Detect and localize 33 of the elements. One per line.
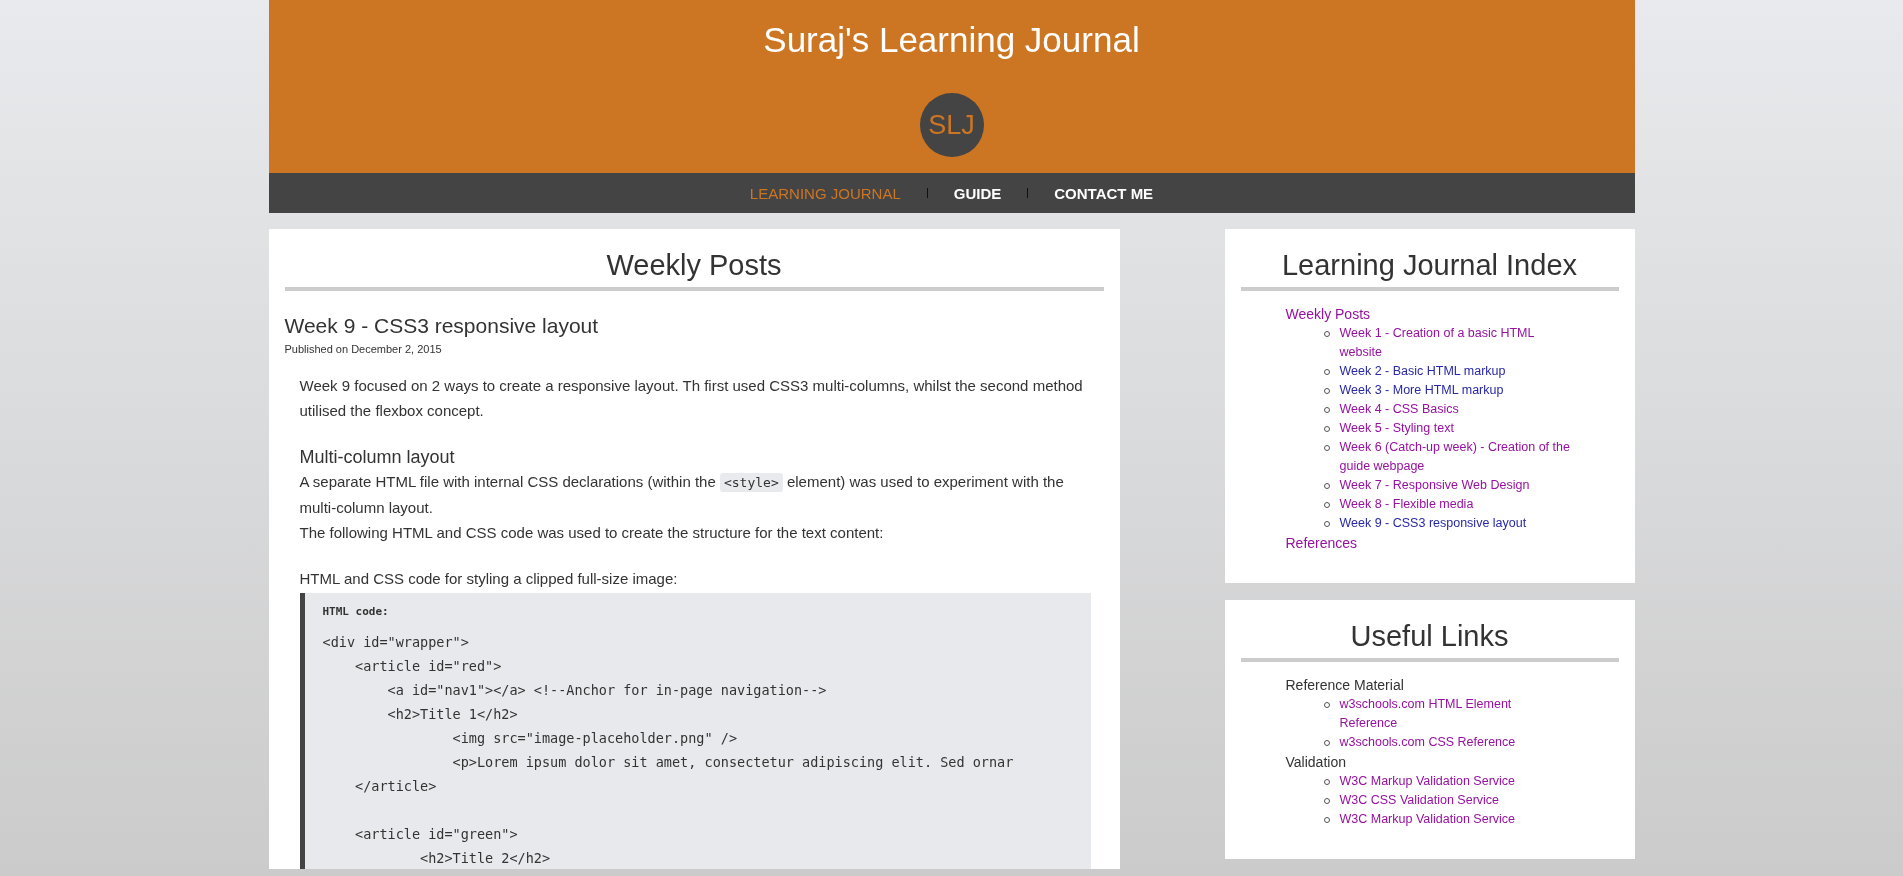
paragraph: A separate HTML file with internal CSS declarations (within the <style> element) was used to experiment with the multi-column layout.: [299, 472, 1065, 518]
index-link[interactable]: Week 1 - Creation of a basic HTML website: [1339, 324, 1572, 362]
index-link[interactable]: w3schools.com CSS Reference: [1339, 733, 1516, 752]
group-label: Validation: [1285, 753, 1347, 772]
index-link[interactable]: Week 5 - Styling text: [1339, 419, 1454, 438]
nav-link[interactable]: GUIDE: [951, 184, 1004, 202]
code-caption: HTML and CSS code for styling a clipped full-size image:: [299, 569, 679, 589]
index-link[interactable]: W3C Markup Validation Service: [1339, 772, 1516, 791]
index-link[interactable]: Week 9 - CSS3 responsive layout: [1339, 514, 1527, 533]
paragraph: Week 9 focused on 2 ways to create a responsive layout. Th first used CSS3 multi-columns, whilst the second method utilised the flexbox concept.: [299, 376, 1084, 421]
group-label: Reference Material: [1285, 676, 1405, 695]
index-link[interactable]: Week 2 - Basic HTML markup: [1339, 362, 1506, 381]
section-heading: Weekly Posts: [284, 245, 1104, 291]
index-link[interactable]: W3C CSS Validation Service: [1339, 791, 1500, 810]
section-heading: Learning Journal Index: [1240, 245, 1619, 291]
index-link[interactable]: References: [1285, 533, 1619, 553]
section-heading: Useful Links: [1240, 616, 1619, 662]
post-date: Published on December 2, 2015: [284, 343, 443, 355]
subheading: Multi-column layout: [299, 446, 456, 469]
index-link[interactable]: Weekly Posts: [1285, 304, 1619, 324]
post-title: Week 9 - CSS3 responsive layout: [284, 313, 600, 339]
index-link[interactable]: Week 3 - More HTML markup: [1339, 381, 1504, 400]
logo-badge: SLJ: [919, 93, 984, 157]
code-text: <div id="wrapper"> <article id="red"> <a id="nav1"></a> <!--Anchor for in-page navigation--> <h2>Title 1</h2> <img src="image-placeholder.png" /> <p>Lorem ipsum dolor sit amet, consectetur adipiscing elit. Sed ornar </article> <article id="green"> <h2>Title 2</h2>: [322, 633, 1015, 868]
index-link[interactable]: W3C Markup Validation Service: [1339, 810, 1516, 829]
index-link[interactable]: Week 4 - CSS Basics: [1339, 400, 1459, 419]
index-link[interactable]: Week 7 - Responsive Web Design: [1339, 476, 1530, 495]
index-link[interactable]: Week 6 (Catch-up week) - Creation of the guide webpage: [1339, 438, 1572, 476]
nav-link[interactable]: CONTACT ME: [1052, 184, 1156, 202]
code-label: HTML code:: [322, 605, 390, 618]
site-title: Suraj's Learning Journal: [763, 19, 1140, 61]
index-link[interactable]: Week 8 - Flexible media: [1339, 495, 1474, 514]
paragraph: The following HTML and CSS code was used to create the structure for the text content:: [299, 523, 885, 543]
